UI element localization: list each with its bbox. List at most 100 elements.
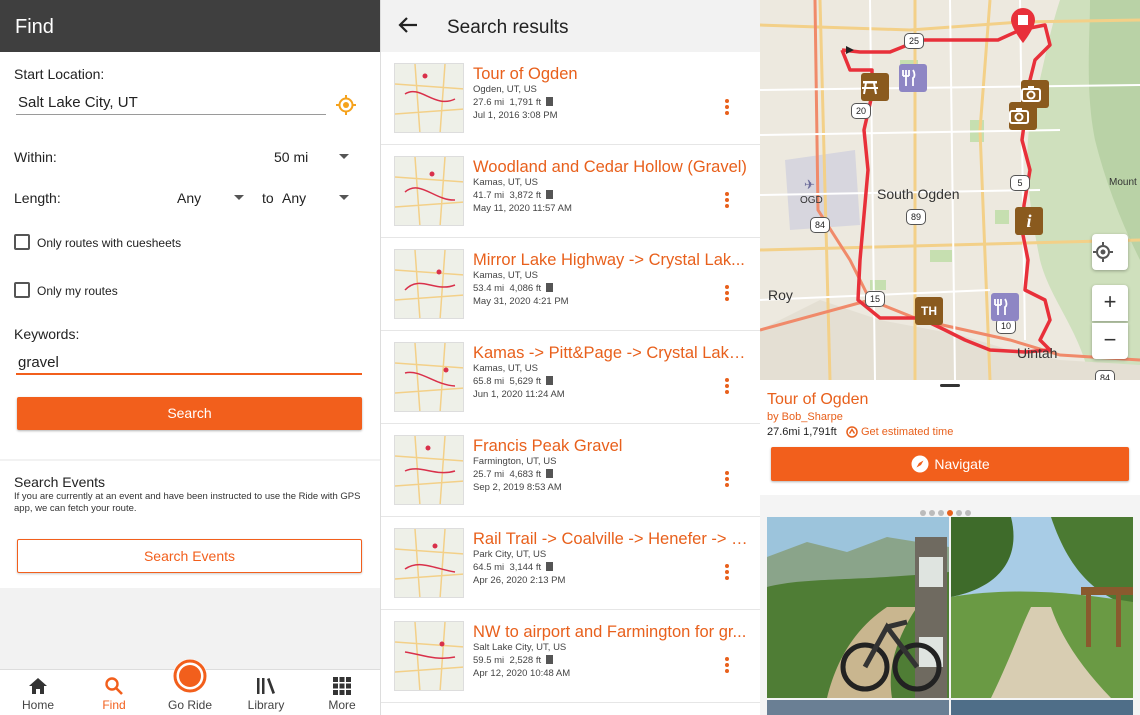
result-row[interactable]: Kamas -> Pitt&Page -> Crystal Lake... Kam… <box>381 331 760 424</box>
home-icon <box>29 678 47 694</box>
result-row[interactable]: Francis Peak Gravel Farmington, UT, US 25.… <box>381 424 760 517</box>
route-map-thumbnail[interactable] <box>394 621 464 691</box>
my-routes-checkbox[interactable] <box>14 282 30 298</box>
search-button[interactable]: Search <box>17 397 362 430</box>
route-map-thumbnail[interactable] <box>394 156 464 226</box>
nav-library[interactable]: Library <box>228 670 304 715</box>
route-map-thumbnail[interactable] <box>394 528 464 598</box>
pager-dot[interactable] <box>929 510 935 516</box>
result-date: Jun 1, 2020 11:24 AM <box>473 389 565 400</box>
route-photo-3[interactable] <box>767 700 949 715</box>
back-arrow-icon[interactable] <box>397 14 419 36</box>
route-direction-arrow-icon <box>846 46 854 54</box>
result-distance: 41.7 mi <box>473 190 505 201</box>
crosshair-icon <box>1093 242 1113 262</box>
result-title[interactable]: Tour of Ogden <box>473 65 748 84</box>
road-shield-84: 84 <box>810 217 830 233</box>
more-options-icon[interactable] <box>723 192 731 212</box>
thumbnail-map-graphic <box>395 622 463 690</box>
restaurant-icon[interactable] <box>899 64 927 92</box>
pager-dot[interactable] <box>938 510 944 516</box>
result-elevation: 5,629 ft <box>509 376 542 387</box>
route-map-thumbnail[interactable] <box>394 63 464 133</box>
route-photo-1[interactable] <box>767 517 949 698</box>
route-map-thumbnail[interactable] <box>394 435 464 505</box>
length-max-select[interactable]: Any <box>282 190 306 206</box>
drag-handle[interactable] <box>940 384 960 387</box>
start-location-underline <box>16 114 326 115</box>
result-distance: 59.5 mi <box>473 655 505 666</box>
result-stats: 53.4 mi 4,086 ft <box>473 283 554 294</box>
result-title[interactable]: Kamas -> Pitt&Page -> Crystal Lake... <box>473 344 748 363</box>
nav-home[interactable]: Home <box>0 670 76 715</box>
start-location-input[interactable]: Salt Lake City, UT <box>18 94 138 111</box>
length-min-select[interactable]: Any <box>177 190 201 206</box>
compass-icon <box>911 455 929 473</box>
route-end-marker-icon[interactable] <box>1010 8 1036 44</box>
cuesheet-icon <box>546 469 554 478</box>
navigate-button[interactable]: Navigate <box>771 447 1129 481</box>
more-options-icon[interactable] <box>723 657 731 677</box>
result-row[interactable]: Rail Trail -> Coalville -> Henefer -> J.… <box>381 517 760 610</box>
more-options-icon[interactable] <box>723 285 731 305</box>
result-title[interactable]: Mirror Lake Highway -> Crystal Lak... <box>473 251 748 270</box>
nav-more[interactable]: More <box>304 670 380 715</box>
info-icon[interactable]: i <box>1015 207 1043 235</box>
locate-me-button[interactable] <box>1092 234 1128 270</box>
nav-go-ride[interactable]: Go Ride <box>152 659 228 715</box>
length-max-chevron-down-icon[interactable] <box>339 195 349 200</box>
route-map-thumbnail[interactable] <box>394 342 464 412</box>
keywords-underline <box>16 373 362 375</box>
keywords-label: Keywords: <box>14 326 80 342</box>
pager-dot[interactable] <box>947 510 953 516</box>
estimated-time-link[interactable]: Get estimated time <box>861 426 953 438</box>
zoom-in-button[interactable]: + <box>1092 285 1128 321</box>
route-author-link[interactable]: by Bob_Sharpe <box>767 411 843 423</box>
camera-icon-2[interactable] <box>1009 102 1037 130</box>
search-events-section: Search Events If you are currently at an… <box>0 461 380 588</box>
result-title[interactable]: Rail Trail -> Coalville -> Henefer -> J.… <box>473 530 748 549</box>
nav-home-label: Home <box>21 698 54 712</box>
pager-dot[interactable] <box>956 510 962 516</box>
length-min-chevron-down-icon[interactable] <box>234 195 244 200</box>
fork-knife-glyph <box>902 69 916 86</box>
search-icon <box>105 677 123 695</box>
result-title[interactable]: Woodland and Cedar Hollow (Gravel) <box>473 158 748 177</box>
trailhead-icon[interactable]: TH <box>915 297 943 325</box>
result-row[interactable]: Tour of Ogden Ogden, UT, US 27.6 mi 1,791 … <box>381 52 760 145</box>
results-appbar: Search results <box>381 0 760 52</box>
zoom-out-button[interactable]: − <box>1092 323 1128 359</box>
result-title[interactable]: NW to airport and Farmington for gr... <box>473 623 748 642</box>
pager-dot[interactable] <box>920 510 926 516</box>
events-title: Search Events <box>14 474 106 490</box>
result-row[interactable]: Woodland and Cedar Hollow (Gravel) Kamas,… <box>381 145 760 238</box>
keywords-input[interactable]: gravel <box>18 354 59 371</box>
route-photo-4[interactable] <box>951 700 1133 715</box>
more-options-icon[interactable] <box>723 378 731 398</box>
route-title: Tour of Ogden <box>767 391 869 408</box>
my-location-icon[interactable] <box>335 94 357 116</box>
pager-dot[interactable] <box>965 510 971 516</box>
more-options-icon[interactable] <box>723 471 731 491</box>
route-photo-2[interactable] <box>951 517 1133 698</box>
cuesheets-checkbox[interactable] <box>14 234 30 250</box>
within-select[interactable]: 50 mi <box>274 149 308 165</box>
route-map-thumbnail[interactable] <box>394 249 464 319</box>
events-description: If you are currently at an event and hav… <box>14 491 361 514</box>
more-options-icon[interactable] <box>723 564 731 584</box>
result-title[interactable]: Francis Peak Gravel <box>473 437 748 456</box>
photo-pager-dots[interactable] <box>920 503 980 516</box>
picnic-icon[interactable] <box>861 73 889 101</box>
restaurant-icon-2[interactable] <box>991 293 1019 321</box>
within-chevron-down-icon[interactable] <box>339 154 349 159</box>
result-date: May 11, 2020 11:57 AM <box>473 203 572 214</box>
search-events-button[interactable]: Search Events <box>17 539 362 573</box>
cuesheet-icon <box>546 97 554 106</box>
result-stats: 25.7 mi 4,683 ft <box>473 469 554 480</box>
thumbnail-map-graphic <box>395 529 463 597</box>
result-row[interactable]: NW to airport and Farmington for gr... Sa… <box>381 610 760 703</box>
result-row[interactable]: Mirror Lake Highway -> Crystal Lak... Kam… <box>381 238 760 331</box>
more-options-icon[interactable] <box>723 99 731 119</box>
nav-find[interactable]: Find <box>76 670 152 715</box>
route-map[interactable]: South Ogden Roy Uintah OGD Mount ✈ 25 20… <box>760 0 1140 380</box>
